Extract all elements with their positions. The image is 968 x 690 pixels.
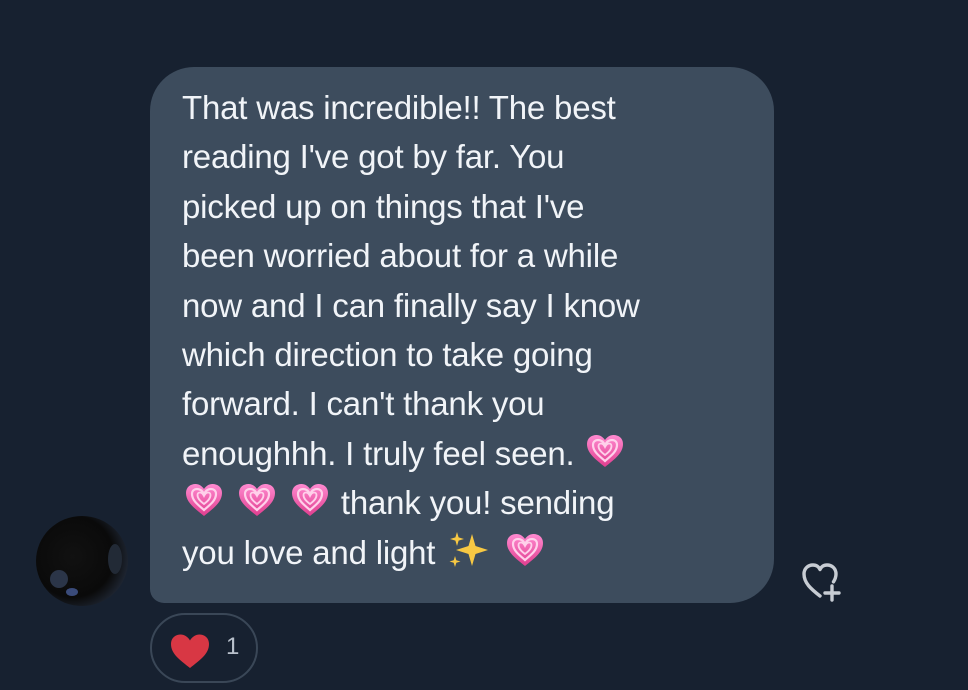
message-text: That was incredible!! The best reading I… — [182, 83, 750, 577]
message-line: picked up on things that I've — [182, 187, 585, 225]
avatar-detail — [66, 588, 78, 596]
heart-reaction-button[interactable] — [150, 613, 258, 683]
heart-plus-icon[interactable] — [798, 552, 858, 604]
heart-emoji-icon — [184, 482, 224, 518]
heart-emoji-icon — [505, 532, 545, 568]
heart-emoji-icon — [290, 482, 330, 518]
sparkles-emoji-icon — [449, 531, 489, 567]
message-bubble[interactable]: That was incredible!! The best reading I… — [150, 67, 774, 603]
heart-emoji-icon — [237, 482, 277, 518]
message-line: now and I can finally say I know — [182, 286, 640, 324]
message-line: That was incredible!! The best — [182, 89, 616, 126]
red-heart-icon — [171, 634, 209, 668]
message-line: you love and light — [182, 533, 436, 571]
avatar-detail — [108, 544, 122, 574]
avatar-detail — [50, 570, 68, 588]
heart-emoji-icon — [585, 433, 625, 469]
message-line: which direction to take going — [182, 336, 593, 374]
message-line: been worried about for a while — [182, 237, 619, 275]
message-line: enoughhh. I truly feel seen. — [182, 434, 575, 472]
message-line: reading I've got by far. You — [182, 138, 565, 176]
reaction-count: 1 — [226, 633, 240, 660]
avatar[interactable] — [36, 516, 128, 606]
message-line: thank you! sending — [340, 484, 615, 522]
message-line: forward. I can't thank you — [182, 385, 545, 423]
